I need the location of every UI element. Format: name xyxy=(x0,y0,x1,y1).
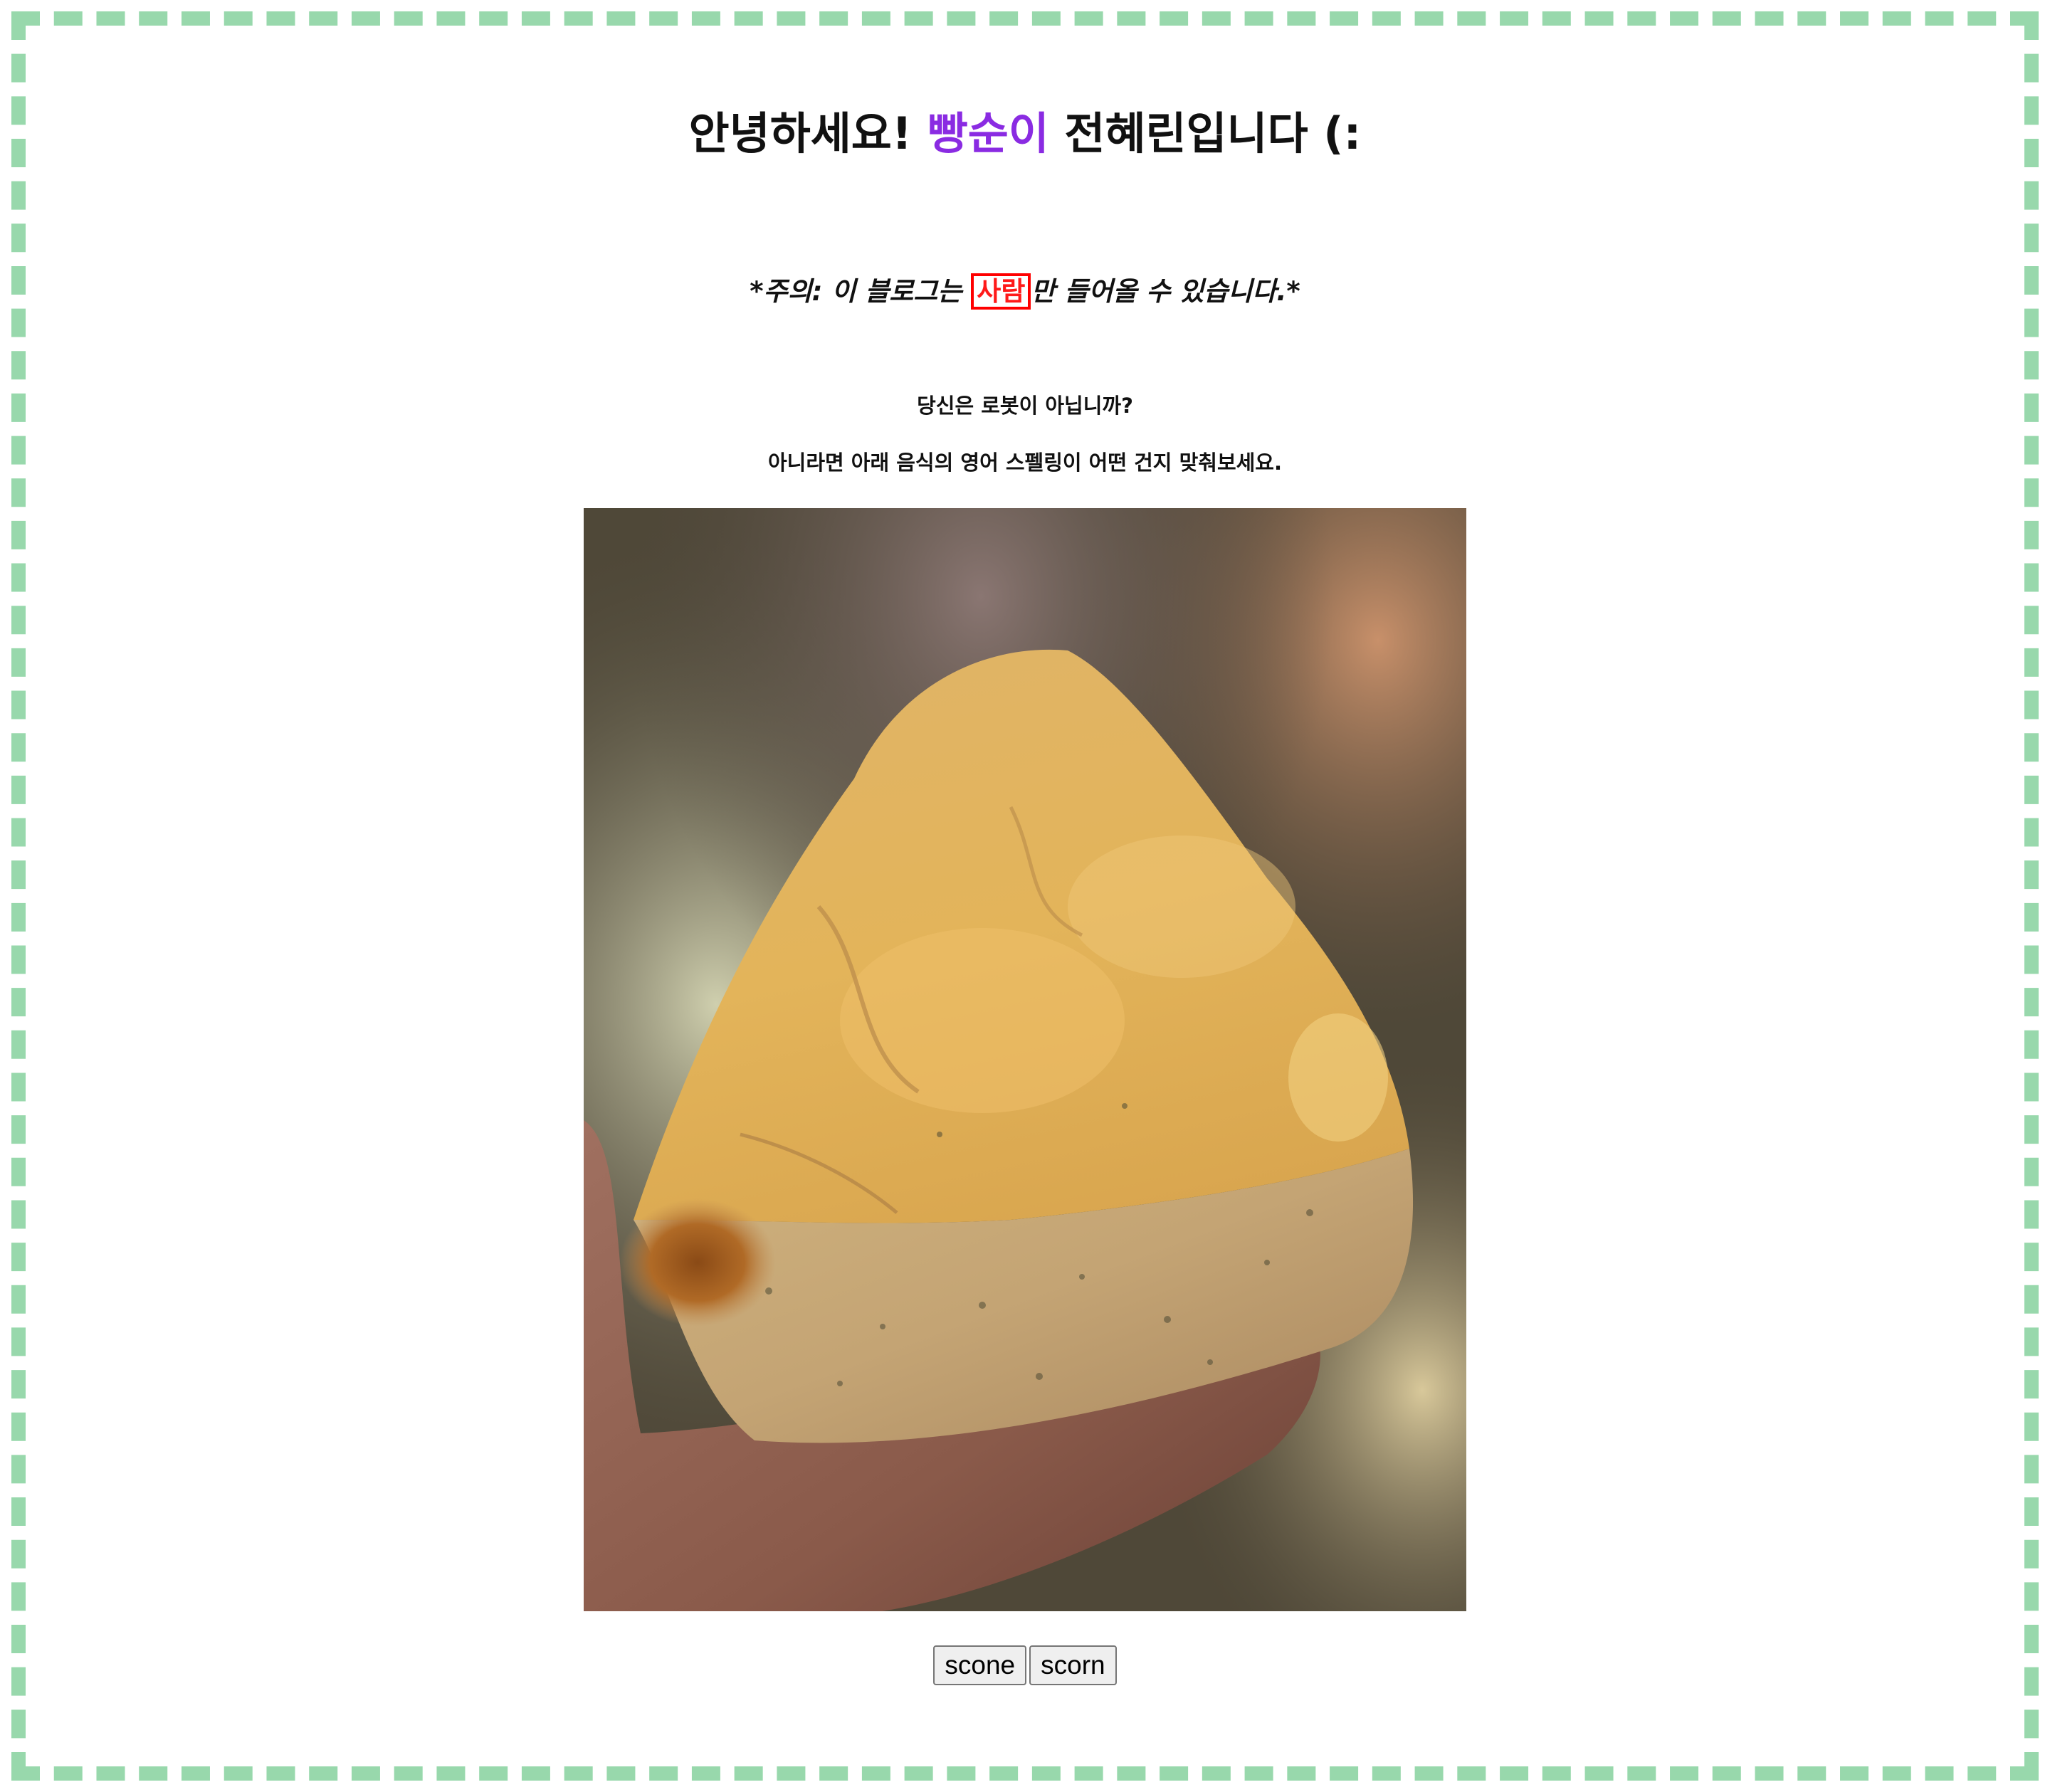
food-photo xyxy=(584,508,1466,1611)
notice-before: *주의: 이 블로그는 xyxy=(750,276,972,307)
title-greeting: 안녕하세요! xyxy=(688,107,927,159)
answer-options: scone scorn xyxy=(0,1645,2050,1685)
title-name: 전혜린입니다 (: xyxy=(1048,107,1362,159)
captcha-instruction: 아니라면 아래 음식의 영어 스펠링이 어떤 건지 맞춰보세요. xyxy=(767,450,1282,475)
captcha-question: 당신은 로봇이 아닙니까? xyxy=(917,394,1133,418)
notice-text: *주의: 이 블로그는 사람 만 들어올 수 있습니다.* xyxy=(0,270,2050,313)
scone-image xyxy=(584,508,1466,1611)
notice-highlight: 사람 xyxy=(971,273,1031,310)
title-nickname: 빵순이 xyxy=(927,107,1049,159)
notice-after: 만 들어올 수 있습니다.* xyxy=(1031,276,1300,307)
answer-button-scorn[interactable]: scorn xyxy=(1029,1645,1117,1685)
page-title: 안녕하세요! 빵순이 전혜린입니다 (: xyxy=(0,100,2050,168)
answer-button-scone[interactable]: scone xyxy=(933,1645,1027,1685)
